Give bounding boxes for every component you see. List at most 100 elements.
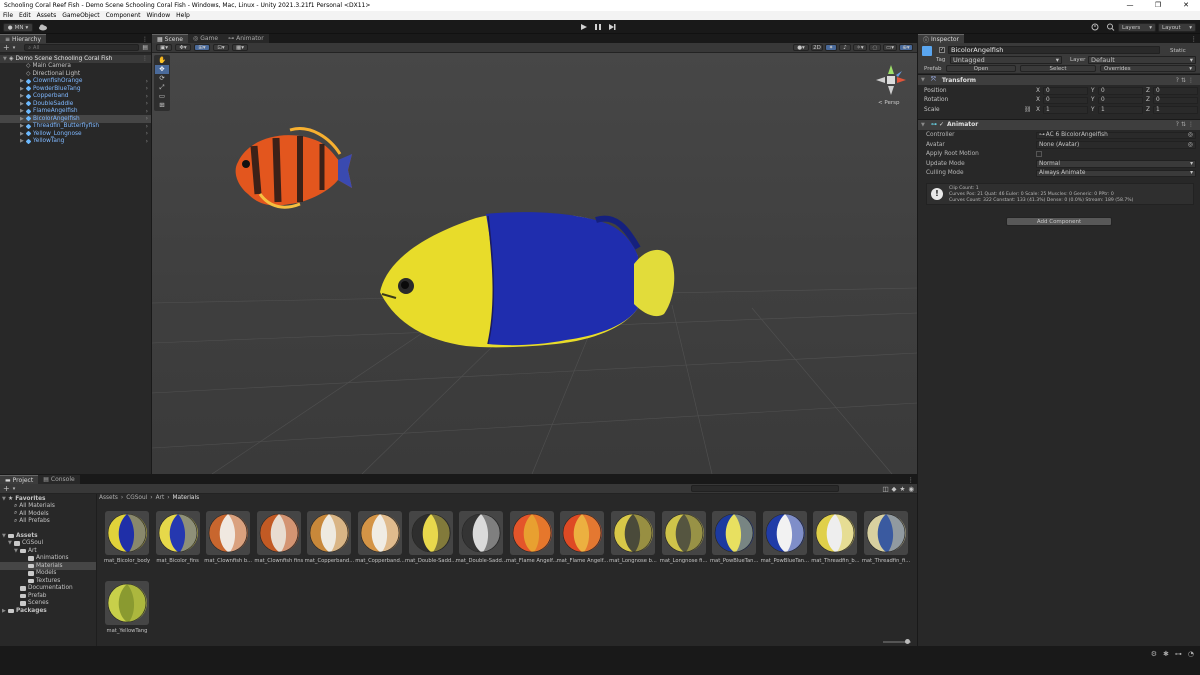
y-field[interactable]: 0 bbox=[1098, 96, 1143, 104]
panel-menu-icon[interactable]: ⋮ bbox=[908, 476, 915, 484]
material-thumbnail[interactable] bbox=[762, 511, 807, 555]
hierarchy-item[interactable]: ▶ DoubleSaddle › bbox=[0, 100, 151, 108]
material-thumbnail[interactable] bbox=[105, 581, 149, 625]
hidden-button[interactable]: ◌ bbox=[869, 44, 881, 51]
target-icon[interactable]: ◎ bbox=[1188, 132, 1193, 138]
layers-dropdown[interactable]: Layers ▾ bbox=[1118, 23, 1156, 32]
persp-label[interactable]: < Persp bbox=[878, 100, 899, 106]
label-icon[interactable]: ◆ bbox=[892, 485, 897, 493]
hierarchy-item[interactable]: ▶ PowderBlueTang › bbox=[0, 85, 151, 93]
static-label[interactable]: Static bbox=[1170, 48, 1186, 54]
favorites-row[interactable]: ▼ ★ Favorites bbox=[0, 495, 96, 503]
hierarchy-item[interactable]: ▶ Yellow_Longnose › bbox=[0, 130, 151, 138]
play-button[interactable] bbox=[579, 23, 589, 31]
material-thumbnail[interactable] bbox=[256, 511, 301, 555]
menu-assets[interactable]: Assets bbox=[37, 12, 57, 19]
material-thumbnail[interactable] bbox=[408, 511, 453, 555]
tab-project[interactable]: ▬ Project bbox=[0, 475, 39, 484]
rect-icon[interactable]: ▭ bbox=[155, 92, 169, 101]
chevron-right-icon[interactable]: › bbox=[146, 85, 148, 92]
chevron-right-icon[interactable]: › bbox=[146, 100, 148, 107]
folder-row[interactable]: Models bbox=[0, 570, 96, 578]
eye-icon[interactable]: ◉ bbox=[908, 485, 914, 493]
bicolor-angelfish-model[interactable] bbox=[376, 208, 676, 358]
menu-component[interactable]: Component bbox=[106, 12, 141, 19]
folder-row[interactable]: Animations bbox=[0, 555, 96, 563]
breadcrumb-item[interactable]: Art bbox=[156, 495, 165, 501]
material-thumbnail[interactable] bbox=[560, 511, 605, 555]
chevron-right-icon[interactable]: › bbox=[146, 78, 148, 85]
add-icon[interactable]: + bbox=[3, 484, 10, 493]
link-icon[interactable]: ⛓ bbox=[1024, 107, 1031, 113]
project-search[interactable] bbox=[691, 485, 840, 492]
move-icon[interactable]: ✥ bbox=[155, 65, 169, 74]
close-button[interactable]: ✕ bbox=[1172, 0, 1200, 11]
material-thumbnail[interactable] bbox=[307, 511, 352, 555]
menu-gameobject[interactable]: GameObject bbox=[62, 12, 99, 19]
audio-button[interactable]: ♪ bbox=[839, 44, 851, 51]
animator-header[interactable]: ▼ ⊶ ✓ Animator ?⇅⋮ bbox=[918, 118, 1200, 130]
filter-type-icon[interactable]: ◫ bbox=[882, 485, 888, 493]
add-component-button[interactable]: Add Component bbox=[1006, 217, 1112, 226]
chevron-right-icon[interactable]: › bbox=[146, 138, 148, 145]
folder-row[interactable]: Prefab bbox=[0, 592, 96, 600]
prefab-select-button[interactable]: Select bbox=[1020, 65, 1096, 72]
breadcrumb-item[interactable]: Materials bbox=[173, 495, 200, 501]
chevron-right-icon[interactable]: › bbox=[146, 108, 148, 115]
chevron-down-icon[interactable]: ▾ bbox=[13, 45, 16, 51]
debug-icon[interactable]: ✱ bbox=[1163, 650, 1169, 658]
tab-hierarchy[interactable]: ≡ Hierarchy bbox=[0, 34, 47, 43]
rotate-icon[interactable]: ⟳ bbox=[155, 74, 169, 83]
y-field[interactable]: 1 bbox=[1098, 106, 1143, 114]
lock-icon[interactable]: ⋮ bbox=[1191, 35, 1198, 43]
chevron-right-icon[interactable]: › bbox=[146, 115, 148, 122]
z-field[interactable]: 0 bbox=[1153, 87, 1198, 95]
pivot-button[interactable]: ⊞▾ bbox=[194, 44, 210, 51]
tag-dropdown[interactable]: Untagged ▾ bbox=[950, 56, 1062, 64]
folder-row[interactable]: ▼ CGSoul bbox=[0, 540, 96, 548]
folder-row[interactable]: Documentation bbox=[0, 585, 96, 593]
gizmos-button[interactable]: ⊕▾ bbox=[899, 44, 913, 51]
component-menu-icons[interactable]: ?⇅⋮ bbox=[1176, 121, 1196, 128]
y-field[interactable]: 0 bbox=[1098, 87, 1143, 95]
cloud-icon[interactable] bbox=[38, 23, 48, 31]
animator-field[interactable]: None (Avatar) ◎ bbox=[1036, 141, 1196, 149]
object-name-field[interactable]: BicolorAngelfish bbox=[948, 46, 1160, 54]
folder-row[interactable]: Textures bbox=[0, 577, 96, 585]
tab-animator[interactable]: ⊶ Animator bbox=[223, 34, 269, 43]
transform-header[interactable]: ▼ ⤧ Transform ?⇅⋮ bbox=[918, 74, 1200, 85]
menu-window[interactable]: Window bbox=[146, 12, 170, 19]
maximize-button[interactable]: ❐ bbox=[1144, 0, 1172, 11]
favorite-item[interactable]: ⌕ All Models bbox=[0, 510, 96, 518]
hierarchy-item[interactable]: ◇ Main Camera bbox=[0, 63, 151, 71]
menu-file[interactable]: File bbox=[3, 12, 13, 19]
tab-game[interactable]: ◎ Game bbox=[187, 34, 224, 43]
zoom-slider-handle[interactable] bbox=[905, 639, 910, 644]
material-thumbnail[interactable] bbox=[661, 511, 706, 555]
hierarchy-item[interactable]: ▶ BicolorAngelfish › bbox=[0, 115, 151, 123]
material-thumbnail[interactable] bbox=[206, 511, 251, 555]
tab-scene[interactable]: ▦ Scene bbox=[152, 34, 188, 43]
chevron-right-icon[interactable]: › bbox=[146, 130, 148, 137]
menu-help[interactable]: Help bbox=[176, 12, 190, 19]
favorite-item[interactable]: ⌕ All Materials bbox=[0, 503, 96, 511]
x-field[interactable]: 0 bbox=[1043, 96, 1088, 104]
mode-2d-button[interactable]: 2D bbox=[811, 44, 823, 51]
x-field[interactable]: 1 bbox=[1043, 106, 1088, 114]
filter-icon[interactable]: ▤ bbox=[142, 44, 148, 51]
material-thumbnail[interactable] bbox=[155, 511, 200, 555]
camera-button[interactable]: ▭▾ bbox=[883, 44, 897, 51]
hierarchy-item[interactable]: ▶ Copperband › bbox=[0, 93, 151, 101]
hierarchy-item[interactable]: ▶ ClownfishOrange › bbox=[0, 78, 151, 86]
layout-dropdown[interactable]: Layout ▾ bbox=[1158, 23, 1196, 32]
hierarchy-item[interactable]: ◇ Directional Light bbox=[0, 70, 151, 78]
folder-row[interactable]: Scenes bbox=[0, 600, 96, 608]
z-field[interactable]: 0 bbox=[1153, 96, 1198, 104]
search-icon[interactable] bbox=[1106, 23, 1116, 31]
star-icon[interactable]: ★ bbox=[900, 485, 906, 493]
step-button[interactable] bbox=[607, 23, 617, 31]
render-mode-button[interactable]: ●▾ bbox=[793, 44, 809, 51]
apply-root-motion-checkbox[interactable] bbox=[1036, 151, 1042, 158]
zoom-slider[interactable] bbox=[883, 639, 911, 644]
animator-field[interactable]: ⊶ AC 6 BicolorAngelfish ◎ bbox=[1036, 131, 1196, 139]
